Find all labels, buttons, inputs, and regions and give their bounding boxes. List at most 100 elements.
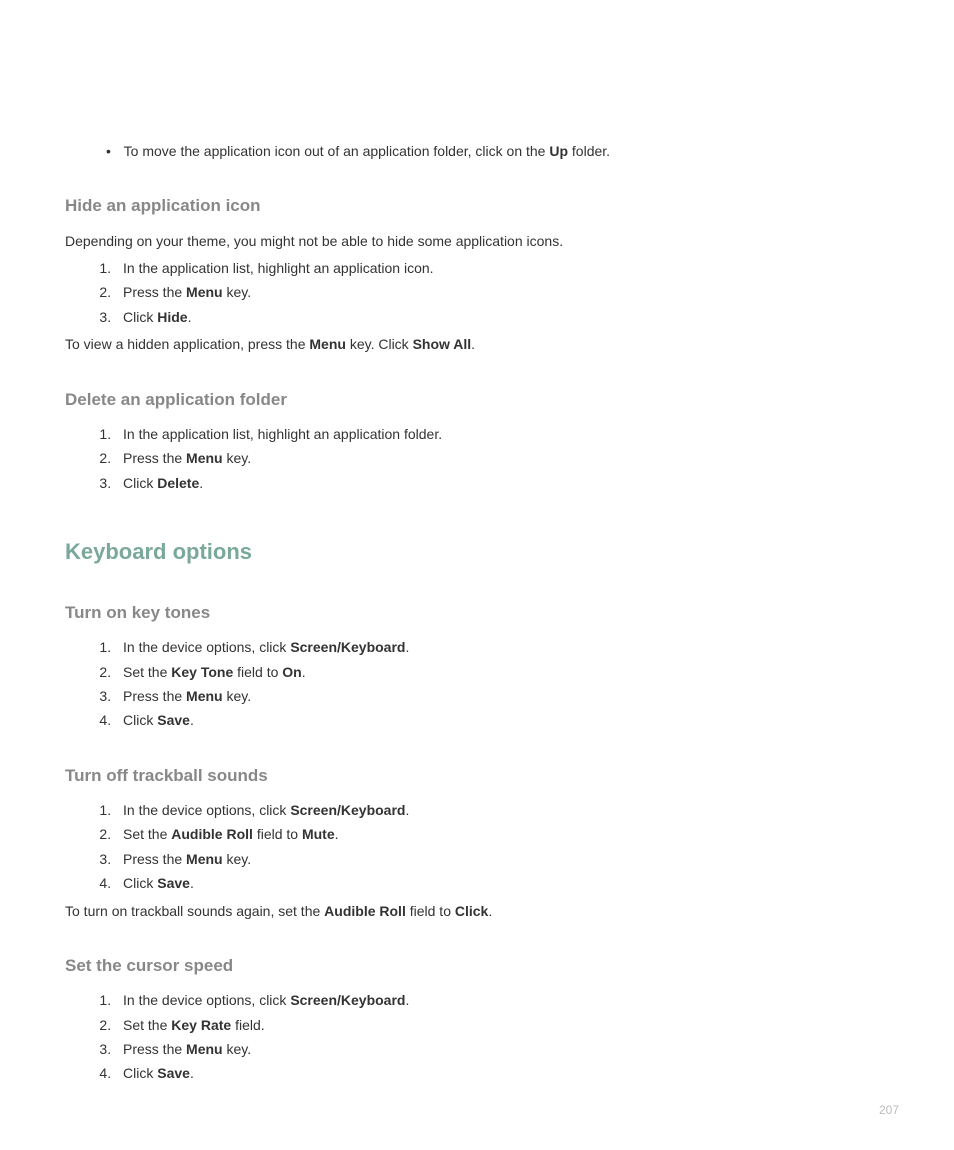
text: In the application list, highlight an ap…: [123, 426, 442, 442]
text: .: [190, 875, 194, 891]
text: Set the: [123, 1017, 171, 1033]
bold-text: Key Rate: [171, 1017, 231, 1033]
text: field to: [253, 826, 302, 842]
text: Press the: [123, 851, 186, 867]
text: To view a hidden application, press the: [65, 336, 309, 352]
bold-text: Click: [455, 903, 488, 919]
bold-text: Up: [549, 143, 568, 159]
step: Click Hide.: [115, 306, 889, 328]
text: To turn on trackball sounds again, set t…: [65, 903, 324, 919]
text: folder.: [568, 143, 610, 159]
text: key.: [223, 1041, 252, 1057]
text: In the device options, click: [123, 802, 290, 818]
text: key. Click: [346, 336, 413, 352]
bold-text: On: [282, 664, 301, 680]
step: Set the Key Tone field to On.: [115, 661, 889, 683]
bold-text: Save: [157, 1065, 190, 1081]
hide-steps: In the application list, highlight an ap…: [65, 257, 889, 328]
step: Press the Menu key.: [115, 447, 889, 469]
step: In the application list, highlight an ap…: [115, 257, 889, 279]
text: Click: [123, 875, 157, 891]
step: Click Delete.: [115, 472, 889, 494]
text: key.: [223, 688, 252, 704]
text: To move the application icon out of an a…: [124, 143, 550, 159]
cursor-heading: Set the cursor speed: [65, 952, 889, 979]
bold-text: Menu: [186, 688, 223, 704]
bold-text: Save: [157, 875, 190, 891]
text: .: [199, 475, 203, 491]
bold-text: Menu: [309, 336, 346, 352]
text: .: [488, 903, 492, 919]
bold-text: Audible Roll: [171, 826, 253, 842]
text: In the device options, click: [123, 639, 290, 655]
text: Press the: [123, 450, 186, 466]
bold-text: Screen/Keyboard: [290, 802, 405, 818]
step: Click Save.: [115, 1062, 889, 1084]
step: In the application list, highlight an ap…: [115, 423, 889, 445]
step: Press the Menu key.: [115, 281, 889, 303]
bold-text: Menu: [186, 450, 223, 466]
step: In the device options, click Screen/Keyb…: [115, 989, 889, 1011]
trackball-steps: In the device options, click Screen/Keyb…: [65, 799, 889, 895]
step: In the device options, click Screen/Keyb…: [115, 636, 889, 658]
text: .: [335, 826, 339, 842]
bold-text: Menu: [186, 851, 223, 867]
text: .: [188, 309, 192, 325]
top-bullet-list: To move the application icon out of an a…: [65, 140, 889, 162]
hide-heading: Hide an application icon: [65, 192, 889, 219]
text: Press the: [123, 1041, 186, 1057]
step: Click Save.: [115, 872, 889, 894]
keytones-heading: Turn on key tones: [65, 599, 889, 626]
step: Press the Menu key.: [115, 685, 889, 707]
text: Click: [123, 1065, 157, 1081]
step: Click Save.: [115, 709, 889, 731]
text: Press the: [123, 688, 186, 704]
text: .: [190, 712, 194, 728]
bold-text: Key Tone: [171, 664, 233, 680]
bold-text: Delete: [157, 475, 199, 491]
text: In the device options, click: [123, 992, 290, 1008]
bold-text: Hide: [157, 309, 187, 325]
text: .: [405, 992, 409, 1008]
text: .: [302, 664, 306, 680]
text: key.: [223, 450, 252, 466]
bold-text: Menu: [186, 1041, 223, 1057]
keytones-steps: In the device options, click Screen/Keyb…: [65, 636, 889, 732]
bold-text: Screen/Keyboard: [290, 992, 405, 1008]
hide-intro: Depending on your theme, you might not b…: [65, 230, 889, 252]
page-number: 207: [879, 1101, 899, 1120]
text: Click: [123, 309, 157, 325]
hide-note: To view a hidden application, press the …: [65, 333, 889, 355]
text: .: [405, 802, 409, 818]
text: field to: [406, 903, 455, 919]
step: Set the Key Rate field.: [115, 1014, 889, 1036]
bold-text: Save: [157, 712, 190, 728]
text: Click: [123, 712, 157, 728]
text: In the application list, highlight an ap…: [123, 260, 434, 276]
trackball-note: To turn on trackball sounds again, set t…: [65, 900, 889, 922]
bold-text: Audible Roll: [324, 903, 406, 919]
text: .: [405, 639, 409, 655]
text: Press the: [123, 284, 186, 300]
text: Set the: [123, 664, 171, 680]
page-content: To move the application icon out of an a…: [0, 0, 954, 1150]
step: Press the Menu key.: [115, 848, 889, 870]
text: .: [190, 1065, 194, 1081]
step: Press the Menu key.: [115, 1038, 889, 1060]
bold-text: Mute: [302, 826, 335, 842]
bold-text: Screen/Keyboard: [290, 639, 405, 655]
text: field.: [231, 1017, 264, 1033]
text: Set the: [123, 826, 171, 842]
step: In the device options, click Screen/Keyb…: [115, 799, 889, 821]
keyboard-heading: Keyboard options: [65, 534, 889, 569]
text: field to: [233, 664, 282, 680]
text: key.: [223, 284, 252, 300]
text: Click: [123, 475, 157, 491]
delete-heading: Delete an application folder: [65, 386, 889, 413]
trackball-heading: Turn off trackball sounds: [65, 762, 889, 789]
delete-steps: In the application list, highlight an ap…: [65, 423, 889, 494]
top-bullet-item: To move the application icon out of an a…: [120, 140, 889, 162]
text: .: [471, 336, 475, 352]
bold-text: Menu: [186, 284, 223, 300]
step: Set the Audible Roll field to Mute.: [115, 823, 889, 845]
